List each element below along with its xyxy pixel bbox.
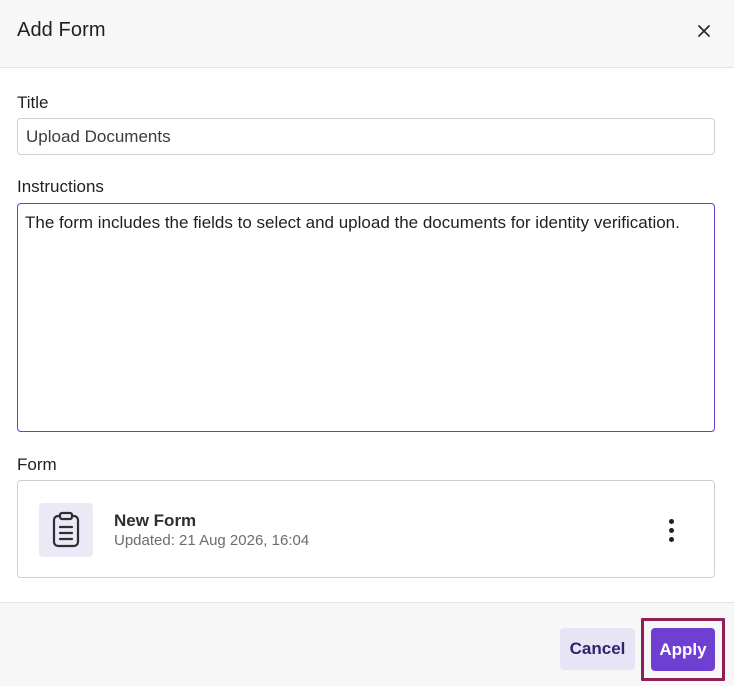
form-name: New Form <box>114 511 197 530</box>
instructions-textarea[interactable]: The form includes the fields to select a… <box>17 203 715 432</box>
close-icon <box>698 25 710 37</box>
form-card[interactable]: New Form Updated: 21 Aug 2026, 16:04 <box>17 480 715 578</box>
add-form-dialog: Add Form Title Instructions The form inc… <box>0 0 734 686</box>
dialog-header: Add Form <box>0 0 734 68</box>
dialog-body: Title Instructions The form includes the… <box>0 68 734 602</box>
form-label: Form <box>17 455 57 474</box>
menu-dot <box>668 518 674 524</box>
form-icon-box <box>39 503 93 557</box>
title-label: Title <box>17 93 49 112</box>
instructions-label: Instructions <box>17 177 104 196</box>
form-updated-text: Updated: 21 Aug 2026, 16:04 <box>114 532 310 549</box>
more-vertical-icon[interactable] <box>658 515 684 545</box>
close-button[interactable] <box>692 19 716 43</box>
cancel-button[interactable]: Cancel <box>560 628 635 670</box>
menu-dot <box>668 527 674 533</box>
title-input[interactable] <box>17 118 715 155</box>
apply-button[interactable]: Apply <box>651 628 715 671</box>
menu-dot <box>668 536 674 542</box>
dialog-footer: Cancel Apply <box>0 602 734 686</box>
dialog-title: Add Form <box>17 19 106 41</box>
clipboard-icon <box>52 511 80 548</box>
